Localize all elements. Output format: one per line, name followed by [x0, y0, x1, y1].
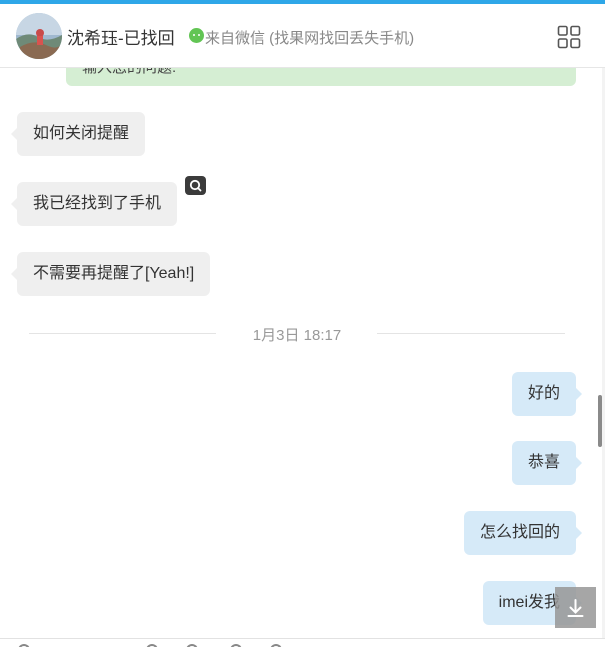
scrollbar-thumb[interactable] — [598, 395, 602, 447]
wechat-icon — [189, 28, 204, 43]
avatar[interactable] — [16, 13, 62, 59]
input-toolbar — [0, 638, 605, 647]
input-hint-text: 输入您的问题: — [82, 68, 176, 77]
message-bubble[interactable]: 恭喜 — [511, 441, 583, 485]
message-list[interactable]: 输入您的问题: 如何关闭提醒 我已经找到了手机 不需要再提醒了[Yeah!] 1… — [0, 68, 605, 638]
scroll-down-icon[interactable] — [555, 587, 596, 628]
message-bubble[interactable]: 我已经找到了手机 — [10, 182, 178, 226]
grid-icon[interactable] — [557, 25, 581, 49]
message-bubble[interactable]: 好的 — [511, 372, 583, 416]
timestamp-divider-right — [377, 333, 565, 334]
chat-header: 沈希珏-已找回 来自微信 (找果网找回丢失手机) — [0, 4, 605, 68]
message-bubble[interactable]: 怎么找回的 — [463, 511, 583, 555]
source-label: 来自微信 (找果网找回丢失手机) — [205, 30, 415, 47]
search-icon[interactable] — [185, 176, 206, 195]
message-bubble[interactable]: 不需要再提醒了[Yeah!] — [10, 252, 211, 296]
contact-name: 沈希珏-已找回 — [67, 29, 175, 48]
message-bubble[interactable]: 如何关闭提醒 — [10, 112, 146, 156]
timestamp: 1月3日 18:17 — [252, 327, 342, 344]
input-hint-note: 输入您的问题: — [66, 68, 576, 86]
